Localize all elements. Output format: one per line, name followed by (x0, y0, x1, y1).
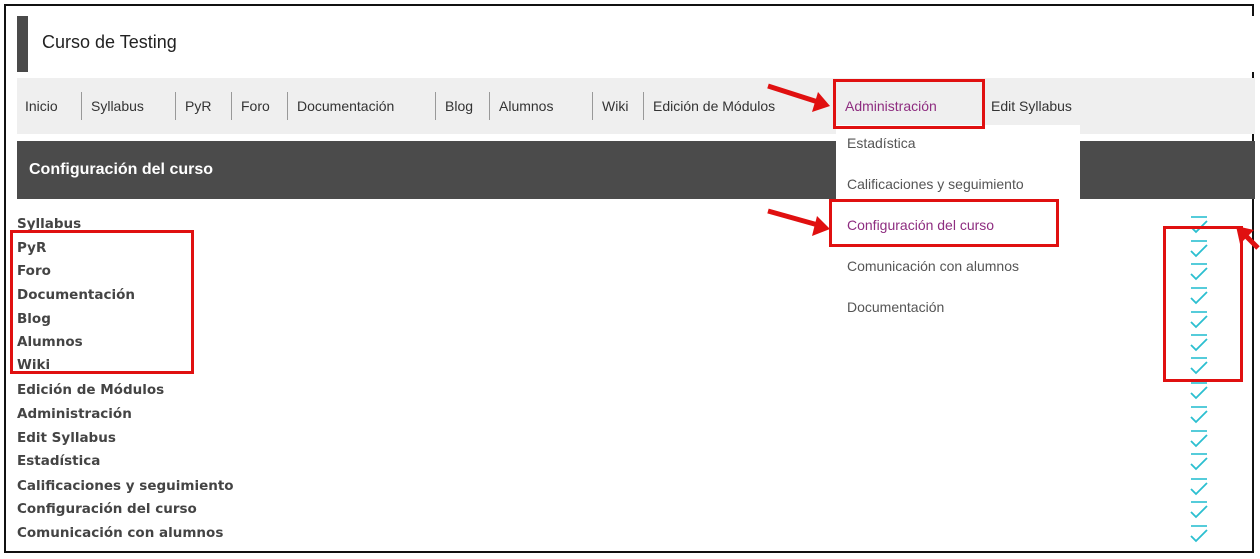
section-title: Configuración del curso (29, 161, 214, 178)
nav-separator (643, 92, 644, 120)
check-icon[interactable] (1188, 427, 1210, 449)
nav-item-alumnos[interactable]: Alumnos (499, 78, 553, 134)
check-icon[interactable] (1188, 450, 1210, 472)
check-icon[interactable] (1188, 522, 1210, 544)
check-icon[interactable] (1188, 475, 1210, 497)
annotation-box-configuracion (829, 199, 1059, 247)
nav-separator (175, 92, 176, 120)
annotation-box-administracion (833, 79, 985, 129)
nav-separator (287, 92, 288, 120)
nav-item-documentacion[interactable]: Documentación (297, 78, 394, 134)
config-item-edicion-modulos: Edición de Módulos (17, 382, 165, 398)
dropdown-item-calificaciones[interactable]: Calificaciones y seguimiento (847, 176, 1024, 192)
nav-separator (489, 92, 490, 120)
annotation-arrow-icon (767, 83, 830, 112)
check-icon[interactable] (1188, 498, 1210, 520)
nav-separator (81, 92, 82, 120)
annotation-box-modules (10, 230, 194, 374)
nav-item-pyr[interactable]: PyR (185, 78, 211, 134)
nav-separator (231, 92, 232, 120)
course-title: Curso de Testing (42, 32, 177, 52)
config-item-edit-syllabus: Edit Syllabus (17, 430, 116, 446)
nav-item-foro[interactable]: Foro (241, 78, 270, 134)
course-header: Curso de Testing (17, 16, 1255, 72)
header-accent-bar (17, 16, 28, 72)
dropdown-item-comunicacion[interactable]: Comunicación con alumnos (847, 258, 1019, 274)
nav-item-wiki[interactable]: Wiki (602, 78, 628, 134)
dropdown-item-documentacion[interactable]: Documentación (847, 299, 944, 315)
nav-separator (435, 92, 436, 120)
nav-item-syllabus[interactable]: Syllabus (91, 78, 144, 134)
annotation-arrow-icon (1236, 226, 1260, 250)
annotation-arrow-icon (767, 208, 830, 236)
config-item-comunicacion: Comunicación con alumnos (17, 525, 224, 541)
nav-item-edicion-modulos[interactable]: Edición de Módulos (653, 78, 775, 134)
nav-item-inicio[interactable]: Inicio (25, 78, 58, 134)
nav-item-blog[interactable]: Blog (445, 78, 473, 134)
config-item-estadistica: Estadística (17, 453, 101, 469)
nav-separator (592, 92, 593, 120)
config-item-administracion: Administración (17, 406, 132, 422)
dropdown-item-estadistica[interactable]: Estadística (847, 135, 915, 151)
check-icon[interactable] (1188, 403, 1210, 425)
annotation-box-checks (1163, 226, 1243, 382)
config-item-configuracion: Configuración del curso (17, 501, 197, 517)
config-item-calificaciones: Calificaciones y seguimiento (17, 478, 234, 494)
check-icon[interactable] (1188, 379, 1210, 401)
